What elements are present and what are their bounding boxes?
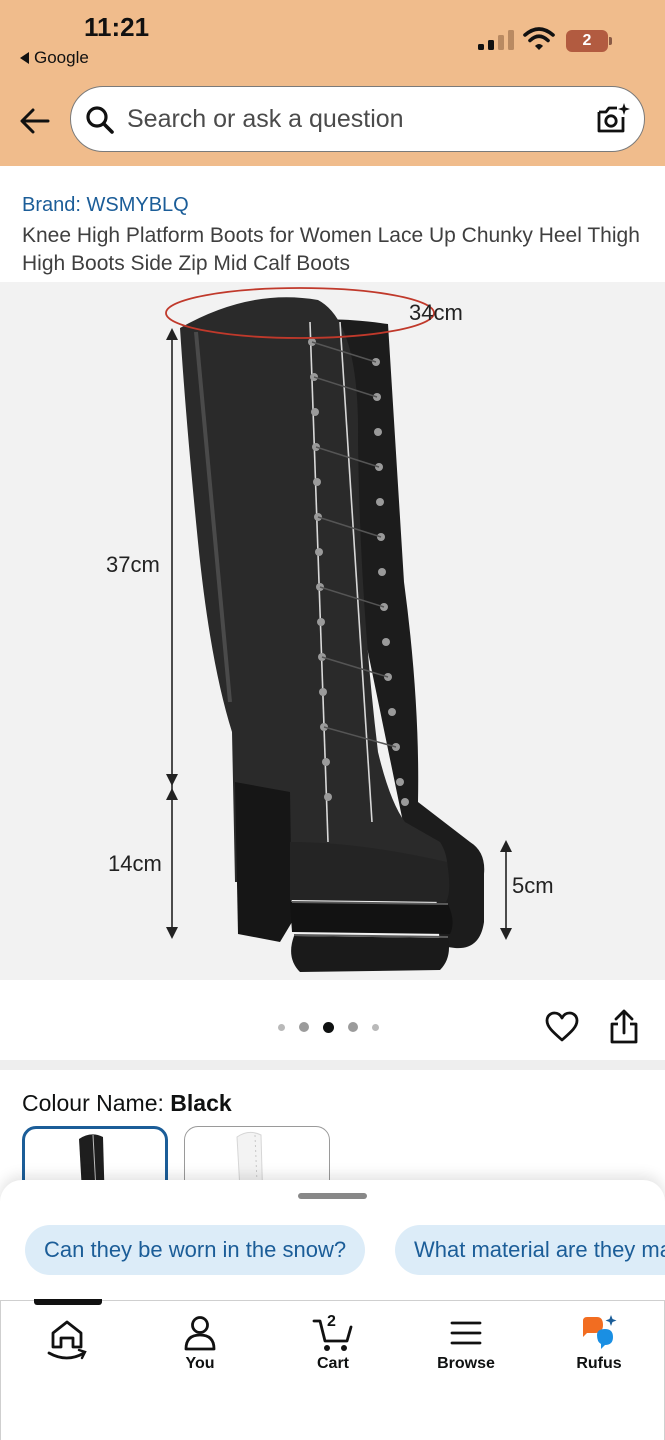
- camera-sparkle-icon[interactable]: [595, 101, 631, 137]
- tab-label: Cart: [316, 1355, 349, 1372]
- share-icon[interactable]: [608, 1009, 640, 1045]
- boot-heel: [235, 782, 292, 942]
- menu-icon: [450, 1321, 482, 1345]
- person-icon: [184, 1316, 216, 1351]
- back-to-app-link[interactable]: Google: [20, 48, 89, 68]
- home-icon: [47, 1320, 87, 1360]
- boots-illustration: 34cm 37cm 14cm 5cm: [106, 287, 554, 972]
- carousel-dot[interactable]: [372, 1023, 379, 1031]
- active-tab-indicator: [34, 1299, 102, 1305]
- sheet-grabber[interactable]: [298, 1193, 367, 1199]
- measure-circumference: 34cm: [409, 300, 463, 325]
- carousel-dot[interactable]: [348, 1022, 358, 1032]
- carousel-dot-active[interactable]: [323, 1021, 334, 1033]
- product-title: Knee High Platform Boots for Women Lace …: [22, 224, 640, 275]
- battery-level: 2: [566, 30, 608, 52]
- tab-browse[interactable]: Browse: [406, 1311, 526, 1383]
- tab-you[interactable]: You: [140, 1311, 260, 1383]
- section-divider: [0, 1060, 665, 1070]
- back-triangle-icon: [20, 52, 29, 64]
- battery-icon: 2: [566, 30, 612, 52]
- tab-home[interactable]: [7, 1311, 127, 1383]
- arrow-left-icon[interactable]: [18, 104, 52, 138]
- cart-count: 2: [327, 1313, 336, 1330]
- measure-platform-height: 5cm: [512, 873, 554, 898]
- product-image[interactable]: 34cm 37cm 14cm 5cm: [0, 282, 665, 980]
- image-carousel-dots[interactable]: [278, 1020, 379, 1034]
- measure-shaft-height: 37cm: [106, 552, 160, 577]
- tab-label: You: [185, 1355, 215, 1372]
- rufus-icon: [583, 1315, 617, 1349]
- suggestion-chip[interactable]: What material are they made of?: [395, 1225, 665, 1275]
- cellular-signal-icon: [478, 30, 514, 50]
- colour-label: Colour Name: Black: [22, 1090, 232, 1116]
- search-input[interactable]: [127, 87, 577, 151]
- carousel-dot[interactable]: [299, 1022, 309, 1032]
- top-header: 11:21 Google 2: [0, 0, 665, 166]
- tab-rufus[interactable]: Rufus: [539, 1311, 659, 1383]
- suggestion-chip[interactable]: Can they be worn in the snow?: [25, 1225, 366, 1275]
- search-icon: [86, 106, 114, 134]
- bottom-tab-bar: You 2 Cart Browse Rufus: [0, 1299, 665, 1440]
- status-time: 11:21: [84, 12, 150, 42]
- colour-selected-value: Black: [170, 1090, 232, 1116]
- heart-icon[interactable]: [545, 1010, 579, 1044]
- tab-cart[interactable]: 2 Cart: [273, 1311, 393, 1383]
- wifi-icon: [523, 27, 555, 50]
- brand-link[interactable]: Brand: WSMYBLQ: [22, 194, 189, 217]
- search-bar[interactable]: [70, 86, 645, 152]
- tab-label: Browse: [437, 1355, 495, 1372]
- measure-heel-height: 14cm: [108, 851, 162, 876]
- tab-label: Rufus: [576, 1355, 622, 1372]
- back-app-label: Google: [34, 48, 89, 67]
- rufus-suggestions-sheet: Can they be worn in the snow? What mater…: [0, 1180, 665, 1300]
- carousel-dot[interactable]: [278, 1023, 285, 1031]
